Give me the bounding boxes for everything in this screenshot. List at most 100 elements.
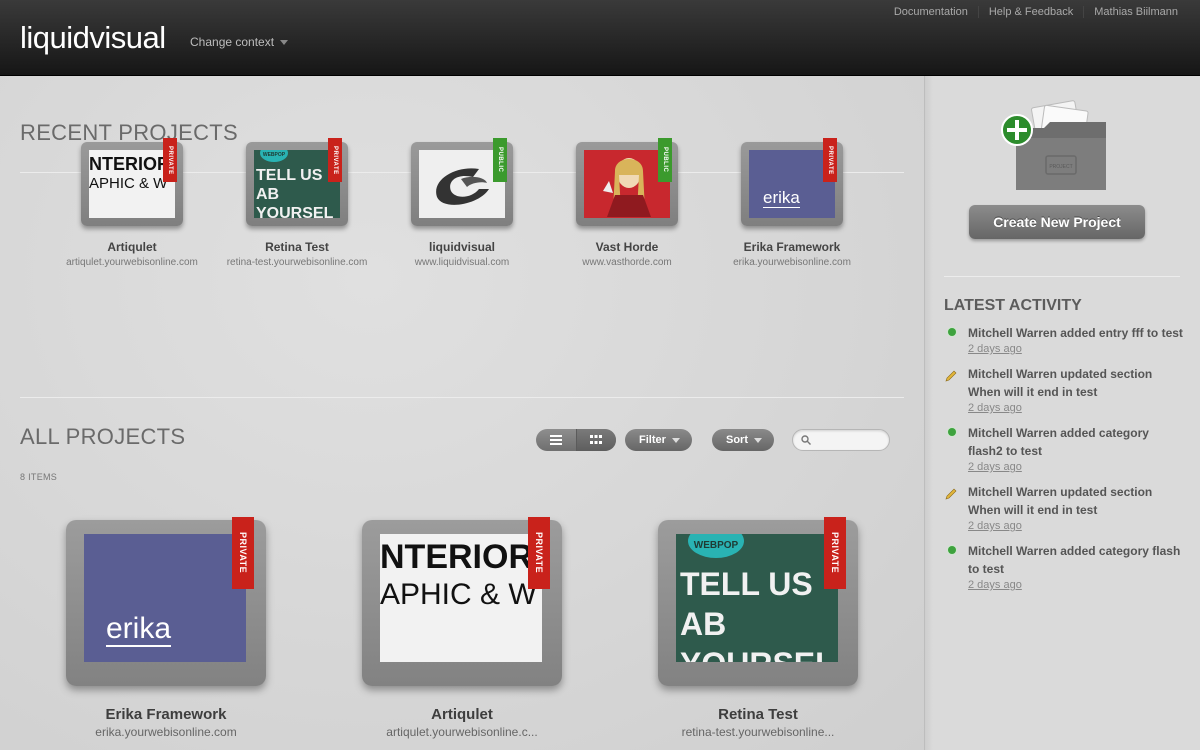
thumbnail-text: YOURSEL — [256, 205, 334, 218]
private-badge: PRIVATE — [163, 138, 177, 182]
view-toggle — [536, 429, 616, 451]
grid-icon — [590, 435, 603, 444]
public-badge: PUBLIC — [493, 138, 507, 182]
project-url: artiqulet.yourwebisonline.c... — [386, 725, 538, 739]
add-dot-icon — [948, 328, 956, 336]
grid-view-button[interactable] — [575, 429, 616, 451]
create-new-project-button[interactable]: Create New Project — [969, 205, 1145, 239]
private-badge: PRIVATE — [823, 138, 837, 182]
project-thumbnail[interactable]: erika PRIVATE — [66, 517, 266, 686]
new-project-folder-icon[interactable]: PROJECT — [1000, 98, 1112, 198]
project-url: www.vasthorde.com — [582, 257, 672, 268]
project-name[interactable]: Retina Test — [215, 240, 379, 254]
project-name[interactable]: liquidvisual — [380, 240, 544, 254]
activity-text: Mitchell Warren updated section When wil… — [968, 367, 1153, 399]
thumbnail-image: NTERIOR APHIC & W — [380, 534, 542, 662]
chevron-down-icon — [671, 437, 680, 443]
user-menu-link[interactable]: Mathias Biilmann — [1083, 6, 1188, 18]
project-name[interactable]: Erika Framework — [710, 240, 874, 254]
pencil-icon — [945, 370, 957, 382]
recent-project-card[interactable]: PUBLIC Vast Horde www.vasthorde.com — [545, 138, 709, 268]
activity-time-link[interactable]: 2 days ago — [968, 579, 1184, 591]
project-url: retina-test.yourwebisonline... — [681, 725, 835, 739]
recent-project-card[interactable]: WEBPOP TELL US AB YOURSEL PRIVATE Retina… — [215, 138, 379, 268]
latest-activity-title: LATEST ACTIVITY — [944, 297, 1082, 314]
project-thumbnail[interactable]: WEBPOP TELL US AB YOURSEL PRIVATE — [246, 138, 348, 226]
change-context-dropdown[interactable]: Change context — [190, 35, 289, 49]
project-name[interactable]: Erika Framework — [36, 706, 296, 723]
thumbnail-text: erika — [106, 612, 172, 647]
thumbnail-text: WEBPOP — [688, 534, 744, 558]
project-card[interactable]: NTERIOR APHIC & W PRIVATE Artiqulet arti… — [332, 517, 592, 739]
activity-item: Mitchell Warren added category flash to … — [944, 542, 1184, 591]
divider — [20, 397, 904, 398]
activity-text: Mitchell Warren updated section When wil… — [968, 485, 1153, 517]
sort-label: Sort — [726, 434, 748, 446]
activity-text: Mitchell Warren added entry fff to test — [968, 326, 1183, 340]
project-thumbnail[interactable]: PUBLIC — [576, 138, 678, 226]
items-count: 8 ITEMS — [20, 472, 58, 482]
documentation-link[interactable]: Documentation — [884, 6, 978, 18]
character-illustration-icon — [603, 158, 651, 217]
folder-label: PROJECT — [1049, 164, 1072, 170]
project-url: erika.yourwebisonline.com — [733, 257, 851, 268]
recent-project-card[interactable]: PUBLIC liquidvisual www.liquidvisual.com — [380, 138, 544, 268]
activity-time-link[interactable]: 2 days ago — [968, 343, 1183, 355]
project-thumbnail[interactable]: erika PRIVATE — [741, 138, 843, 226]
activity-list: Mitchell Warren added entry fff to test … — [944, 324, 1184, 601]
project-thumbnail[interactable]: NTERIOR APHIC & W PRIVATE — [362, 517, 562, 686]
thumbnail-text: TELL US AB — [680, 566, 813, 642]
private-badge: PRIVATE — [824, 517, 846, 589]
sort-button[interactable]: Sort — [712, 429, 774, 451]
help-feedback-link[interactable]: Help & Feedback — [977, 6, 1083, 18]
activity-time-link[interactable]: 2 days ago — [968, 520, 1184, 532]
activity-item: Mitchell Warren added category flash2 to… — [944, 424, 1184, 473]
project-url: retina-test.yourwebisonline.com — [226, 257, 368, 268]
thumbnail-text: erika — [763, 188, 800, 208]
add-dot-icon — [948, 546, 956, 554]
add-dot-icon — [948, 428, 956, 436]
thumbnail-text: NTERIOR — [380, 538, 533, 576]
activity-item: Mitchell Warren updated section When wil… — [944, 483, 1184, 532]
activity-time-link[interactable]: 2 days ago — [968, 461, 1184, 473]
chevron-down-icon — [280, 40, 289, 46]
public-badge: PUBLIC — [658, 138, 672, 182]
activity-item: Mitchell Warren added entry fff to test … — [944, 324, 1184, 355]
search-input[interactable] — [815, 434, 885, 446]
pencil-icon — [945, 488, 957, 500]
thumbnail-text: WEBPOP — [260, 150, 288, 162]
project-url: erika.yourwebisonline.com — [95, 725, 237, 739]
top-links: Documentation Help & Feedback Mathias Bi… — [884, 6, 1188, 18]
liquidvisual-logo-icon — [436, 168, 489, 205]
app-logo[interactable]: liquidvisual — [20, 20, 166, 56]
activity-text: Mitchell Warren added category flash to … — [968, 544, 1181, 576]
project-url: www.liquidvisual.com — [414, 257, 510, 268]
project-thumbnail[interactable]: PUBLIC — [411, 138, 513, 226]
change-context-label: Change context — [190, 35, 275, 49]
project-url: artiqulet.yourwebisonline.com — [66, 257, 198, 268]
top-bar: liquidvisual Change context Documentatio… — [0, 0, 1200, 76]
search-icon — [801, 435, 811, 445]
project-name[interactable]: Retina Test — [628, 706, 888, 723]
project-name[interactable]: Artiqulet — [50, 240, 214, 254]
project-card[interactable]: erika PRIVATE Erika Framework erika.your… — [36, 517, 296, 739]
sidebar-divider — [944, 276, 1180, 277]
filter-button[interactable]: Filter — [625, 429, 692, 451]
private-badge: PRIVATE — [328, 138, 342, 182]
activity-time-link[interactable]: 2 days ago — [968, 402, 1184, 414]
project-card[interactable]: WEBPOP TELL US AB YOURSEL PRIVATE Retina… — [628, 517, 888, 739]
recent-project-card[interactable]: erika PRIVATE Erika Framework erika.your… — [710, 138, 874, 268]
list-view-button[interactable] — [536, 429, 576, 451]
project-thumbnail[interactable]: WEBPOP TELL US AB YOURSEL PRIVATE — [658, 517, 858, 686]
chevron-down-icon — [754, 437, 762, 443]
project-name[interactable]: Artiqulet — [332, 706, 592, 723]
recent-project-card[interactable]: NTERIOR APHIC & W PRIVATE Artiqulet arti… — [50, 138, 214, 268]
project-name[interactable]: Vast Horde — [545, 240, 709, 254]
private-badge: PRIVATE — [232, 517, 254, 589]
search-box — [792, 429, 890, 451]
filter-label: Filter — [639, 434, 666, 446]
thumbnail-text: YOURSEL — [680, 644, 838, 662]
activity-item: Mitchell Warren updated section When wil… — [944, 365, 1184, 414]
project-thumbnail[interactable]: NTERIOR APHIC & W PRIVATE — [81, 138, 183, 226]
thumbnail-text: APHIC & W — [380, 578, 537, 611]
